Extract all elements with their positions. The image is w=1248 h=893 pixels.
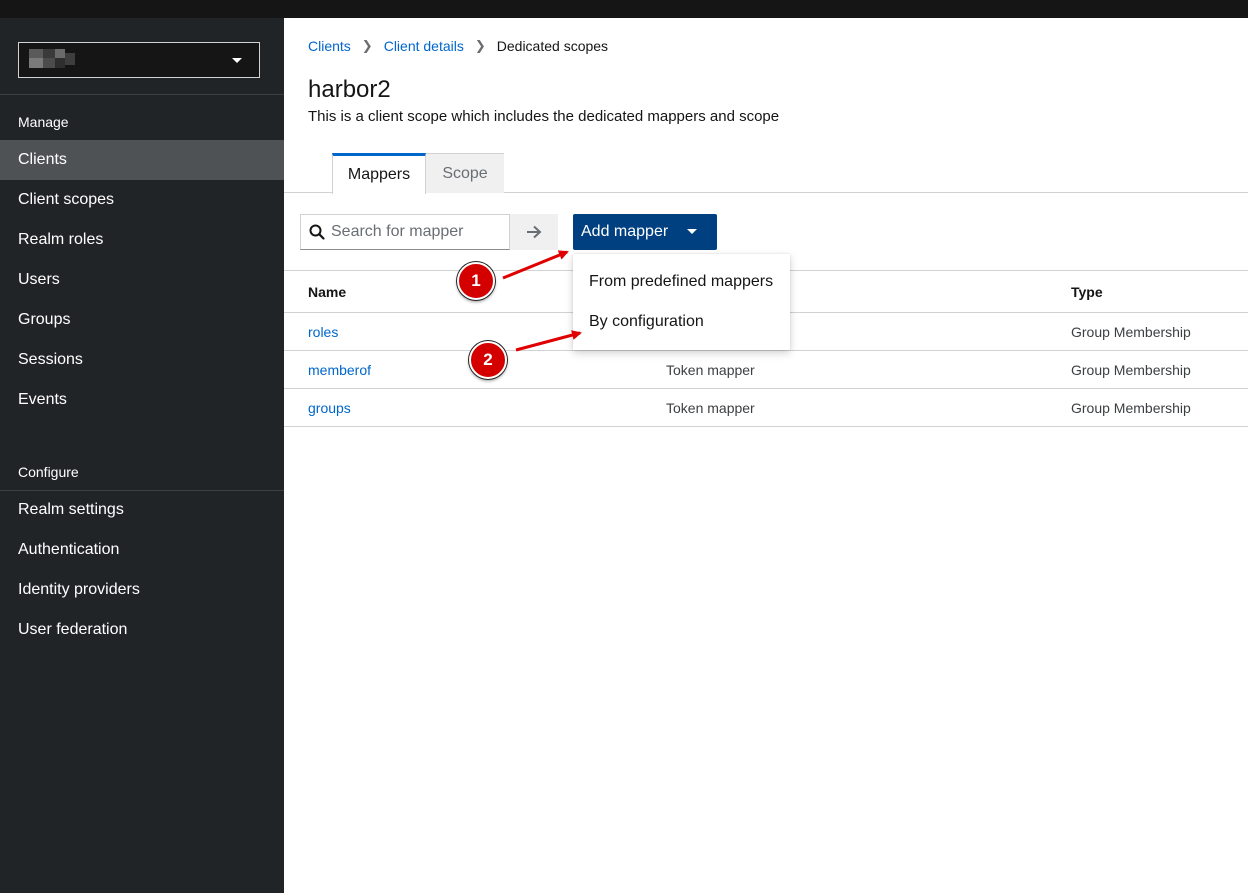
masthead-bar xyxy=(0,0,1248,18)
sidebar-item-user-federation[interactable]: User federation xyxy=(0,610,284,650)
sidebar: Manage Clients Client scopes Realm roles… xyxy=(0,18,284,893)
column-header-type[interactable]: Type xyxy=(1071,271,1103,312)
caret-down-icon xyxy=(232,58,242,63)
add-mapper-label: Add mapper xyxy=(581,223,669,240)
add-mapper-dropdown-menu: From predefined mappers By configuration xyxy=(573,254,790,350)
breadcrumb-clients-link[interactable]: Clients xyxy=(308,38,351,54)
page-description: This is a client scope which includes th… xyxy=(308,108,780,125)
realm-name-obscured xyxy=(29,49,75,71)
sidebar-item-users[interactable]: Users xyxy=(0,260,284,300)
tab-scope[interactable]: Scope xyxy=(426,153,504,193)
mapper-type: Group Membership xyxy=(1071,361,1191,378)
mapper-name-link[interactable]: roles xyxy=(308,313,338,350)
table-row: groups Token mapper Group Membership xyxy=(284,389,1248,427)
annotation-badge-1: 1 xyxy=(457,262,495,300)
sidebar-item-realm-settings[interactable]: Realm settings xyxy=(0,490,284,530)
sidebar-item-clients[interactable]: Clients xyxy=(0,140,284,180)
mapper-type: Group Membership xyxy=(1071,399,1191,416)
menu-item-from-predefined-mappers[interactable]: From predefined mappers xyxy=(573,262,790,302)
sidebar-item-authentication[interactable]: Authentication xyxy=(0,530,284,570)
search-field xyxy=(300,214,510,250)
sidebar-item-realm-roles[interactable]: Realm roles xyxy=(0,220,284,260)
sidebar-item-groups[interactable]: Groups xyxy=(0,300,284,340)
chevron-right-icon: ❯ xyxy=(361,38,373,53)
table-row: memberof Token mapper Group Membership xyxy=(284,351,1248,389)
mapper-type: Group Membership xyxy=(1071,323,1191,340)
mapper-category: Token mapper xyxy=(666,361,755,378)
breadcrumb-client-details-link[interactable]: Client details xyxy=(384,38,464,54)
tab-mappers[interactable]: Mappers xyxy=(332,153,426,194)
caret-down-icon xyxy=(687,229,697,234)
search-input[interactable] xyxy=(331,223,501,241)
arrow-right-icon xyxy=(527,225,542,239)
page-title: harbor2 xyxy=(308,76,391,103)
mapper-name-link[interactable]: memberof xyxy=(308,351,371,388)
mapper-name-link[interactable]: groups xyxy=(308,389,351,426)
breadcrumb: Clients ❯ Client details ❯ Dedicated sco… xyxy=(308,38,608,54)
column-header-name[interactable]: Name xyxy=(308,271,346,312)
nav-section-manage: Manage xyxy=(18,114,69,130)
nav-section-configure: Configure xyxy=(18,464,79,480)
tab-bar: Mappers Scope xyxy=(284,153,1248,194)
menu-item-by-configuration[interactable]: By configuration xyxy=(573,302,790,342)
sidebar-item-client-scopes[interactable]: Client scopes xyxy=(0,180,284,220)
sidebar-item-events[interactable]: Events xyxy=(0,380,284,420)
realm-selector[interactable] xyxy=(18,42,260,78)
sidebar-item-identity-providers[interactable]: Identity providers xyxy=(0,570,284,610)
chevron-right-icon: ❯ xyxy=(474,38,486,53)
sidebar-item-sessions[interactable]: Sessions xyxy=(0,340,284,380)
mapper-toolbar xyxy=(300,214,558,250)
search-submit-button[interactable] xyxy=(510,214,558,250)
annotation-badge-2: 2 xyxy=(469,341,507,379)
sidebar-divider xyxy=(0,94,284,95)
search-icon xyxy=(309,224,325,240)
main-content: Clients ❯ Client details ❯ Dedicated sco… xyxy=(284,18,1248,893)
mapper-category: Token mapper xyxy=(666,399,755,416)
add-mapper-button[interactable]: Add mapper xyxy=(573,214,717,250)
breadcrumb-current: Dedicated scopes xyxy=(496,38,609,54)
